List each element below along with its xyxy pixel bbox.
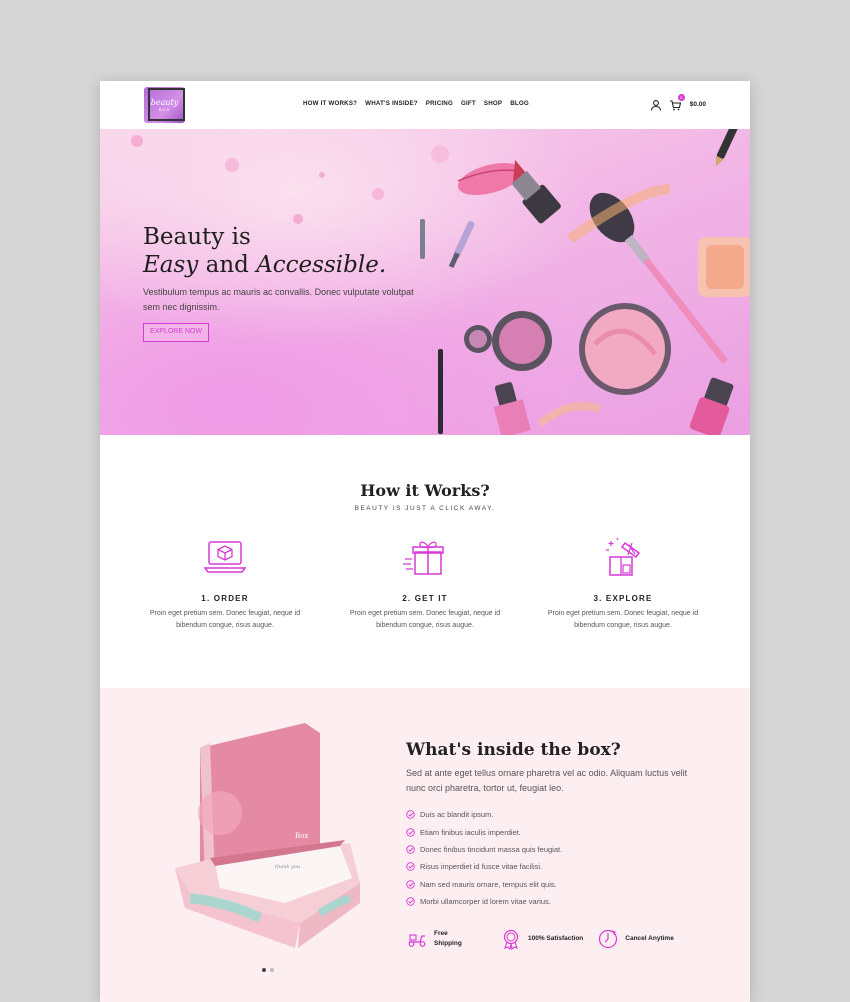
list-item-text: Morbi ullamcorper id lorem vitae varius. [420, 897, 551, 907]
check-circle-icon [406, 827, 415, 837]
gift-delivery-icon [403, 535, 447, 579]
box-brand-text: Box [295, 832, 308, 840]
hero-banner: Beauty is Easy and Accessible. Vestibulu… [100, 129, 750, 435]
brand-logo[interactable]: beauty BOX [144, 87, 185, 123]
step-title-get-it: 2. GET IT [402, 594, 448, 603]
box-card-text: thank you [275, 864, 300, 870]
benefit-label-shipping: Free Shipping [434, 930, 462, 947]
nav-item-how-it-works[interactable]: HOW IT WORKS? [303, 100, 357, 107]
nav-item-gift[interactable]: GIFT [461, 100, 476, 107]
benefits-row: Free Shipping 100% Satisfaction Cancel A… [406, 928, 688, 950]
nav-item-blog[interactable]: BLOG [510, 100, 529, 107]
header-actions: 0 $0.00 [650, 94, 706, 111]
how-it-works-title: How it Works? [360, 481, 490, 500]
whats-inside-section: Box thank you What's inside the box? Sed… [100, 688, 750, 1002]
logo-subtext: BOX [158, 107, 171, 112]
hero-title-line1: Beauty is [143, 224, 251, 250]
list-item-text: Duis ac blandit ipsum. [420, 810, 494, 820]
hero-title: Beauty is Easy and Accessible. [143, 223, 386, 279]
laptop-box-icon [203, 535, 247, 579]
step-title-explore: 3. EXPLORE [593, 594, 653, 603]
carousel-dot-2[interactable] [270, 968, 274, 972]
nav-item-shop[interactable]: SHOP [484, 100, 502, 107]
benefit-free-shipping: Free Shipping [406, 928, 486, 950]
hero-cosmetics-illustration [131, 129, 750, 435]
logo-text: beauty [150, 98, 179, 107]
list-item-text: Etiam finibus iaculis imperdiet. [420, 827, 521, 837]
benefit-cancel-anytime: Cancel Anytime [597, 928, 674, 950]
list-item: Risus imperdiet id fusce vitae facilisi. [406, 858, 562, 875]
cart-count-badge: 0 [677, 94, 685, 101]
list-item: Duis ac blandit ipsum. [406, 806, 562, 823]
step-text-order: Proin eget pretium sem. Donec feugiat, n… [149, 610, 301, 629]
list-item-text: Donec finibus tincidunt massa quis feugi… [420, 844, 563, 854]
check-circle-icon [406, 845, 415, 854]
explore-now-button[interactable]: EXPLORE NOW [143, 323, 209, 342]
step-text-explore: Proin eget pretium sem. Donec feugiat, n… [547, 610, 699, 629]
carousel-dot-1[interactable] [262, 968, 266, 972]
nav-item-whats-inside[interactable]: WHAT'S INSIDE? [365, 100, 418, 107]
list-item: Nam sed mauris ornare, tempus elit quis. [406, 876, 562, 893]
step-get-it: 2. GET IT Proin eget pretium sem. Donec … [335, 535, 515, 632]
whats-inside-title: What's inside the box? [406, 740, 621, 760]
cart-icon[interactable]: 0 [669, 94, 685, 111]
open-gift-box-icon [601, 535, 645, 579]
user-icon[interactable] [650, 98, 662, 111]
delivery-scooter-icon [408, 934, 426, 947]
landing-page: beauty BOX HOW IT WORKS? WHAT'S INSIDE? … [100, 81, 750, 1002]
main-nav: HOW IT WORKS? WHAT'S INSIDE? PRICING GIF… [303, 100, 529, 107]
list-item: Morbi ullamcorper id lorem vitae varius. [406, 893, 562, 910]
list-item-text: Risus imperdiet id fusce vitae facilisi. [420, 862, 543, 872]
hero-title-accessible: Accessible. [256, 252, 387, 278]
carousel-dots [262, 968, 274, 972]
inside-feature-list: Duis ac blandit ipsum. Etiam finibus iac… [406, 806, 562, 910]
beauty-box-image: Box thank you [170, 718, 370, 948]
list-item: Etiam finibus iaculis imperdiet. [406, 823, 562, 840]
check-circle-icon [406, 810, 415, 819]
nav-item-pricing[interactable]: PRICING [426, 100, 453, 107]
list-item: Donec finibus tincidunt massa quis feugi… [406, 841, 562, 858]
benefit-satisfaction: 100% Satisfaction [500, 928, 583, 950]
cart-total[interactable]: $0.00 [690, 101, 706, 108]
check-circle-icon [406, 862, 415, 872]
hero-title-easy: Easy [143, 252, 199, 278]
step-order: 1. ORDER Proin eget pretium sem. Donec f… [135, 535, 315, 632]
clock-24h-icon [599, 929, 618, 949]
check-circle-icon [406, 880, 415, 889]
step-text-get-it: Proin eget pretium sem. Donec feugiat, n… [349, 610, 501, 629]
site-header: beauty BOX HOW IT WORKS? WHAT'S INSIDE? … [100, 81, 750, 129]
list-item-text: Nam sed mauris ornare, tempus elit quis. [420, 879, 557, 889]
award-badge-icon [503, 929, 519, 950]
hero-title-and: and [198, 252, 257, 278]
benefit-label-cancel: Cancel Anytime [625, 935, 674, 942]
whats-inside-description: Sed at ante eget tellus ornare pharetra … [406, 768, 688, 793]
how-it-works-subtitle: BEAUTY IS JUST A CLICK AWAY. [354, 505, 496, 512]
step-explore: 3. EXPLORE Proin eget pretium sem. Donec… [533, 535, 713, 632]
step-title-order: 1. ORDER [201, 594, 249, 603]
check-circle-icon [406, 897, 415, 906]
hero-description: Vestibulum tempus ac mauris ac convallis… [143, 287, 414, 312]
benefit-label-satisfaction: 100% Satisfaction [528, 935, 584, 942]
